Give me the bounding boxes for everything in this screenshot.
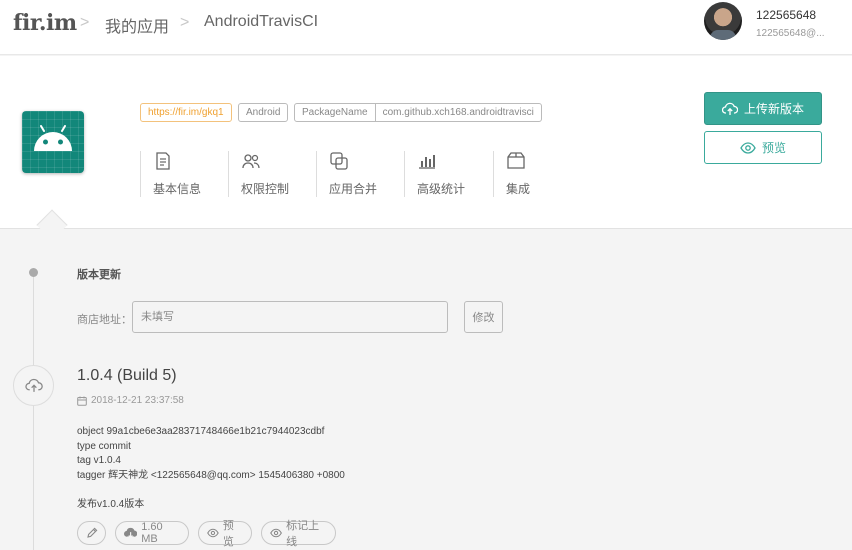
cloud-download-icon [124,527,138,539]
users-icon [242,154,260,169]
eye-icon [740,141,756,154]
upload-new-version-button[interactable]: 上传新版本 [704,92,822,125]
menu-label: 基本信息 [153,182,202,196]
menu-label: 高级统计 [417,182,466,196]
store-address-input[interactable] [132,301,448,333]
breadcrumb-my-apps[interactable]: 我的应用 [105,13,169,37]
top-header: fir.im > 我的应用 > AndroidTravisCI 12256564… [0,0,852,55]
modify-button[interactable]: 修改 [464,301,503,333]
release-note-line: object 99a1cbe6e3aa28371748466e1b21c7944… [77,426,325,437]
mark-online-label: 标记上线 [286,520,320,548]
package-name-value: com.github.xch168.androidtravisci [382,107,534,118]
breadcrumb-app-name: AndroidTravisCI [204,13,319,30]
breadcrumb-separator-icon: > [180,14,190,31]
release-date: 2018-12-21 23:37:58 [77,395,184,406]
document-icon [156,152,170,170]
mark-online-button[interactable]: 标记上线 [261,520,336,548]
release-title: 发布v1.0.4版本 [77,499,145,510]
menu-app-merge[interactable]: 应用合并 [316,151,377,197]
user-name[interactable]: 122565648 [756,8,816,22]
version-update-title: 版本更新 [77,269,121,281]
user-email: 122565648@... [756,28,825,39]
user-avatar[interactable] [704,2,742,40]
release-preview-button[interactable]: 预览 [198,520,252,548]
package-name-tag: PackageName com.github.xch168.androidtra… [294,103,542,122]
eye-icon [207,528,219,538]
release-datetime: 2018-12-21 23:37:58 [91,395,184,406]
release-notes: object 99a1cbe6e3aa28371748466e1b21c7944… [77,425,345,483]
android-app-icon [22,111,84,173]
edit-release-button[interactable] [77,521,106,545]
breadcrumb-separator-icon: > [80,14,90,31]
timeline-dot [29,268,38,277]
upload-button-label: 上传新版本 [743,102,804,116]
menu-advanced-stats[interactable]: 高级统计 [404,151,465,197]
download-size-button[interactable]: 1.60 MB [115,521,189,545]
cloud-upload-icon [24,378,43,392]
release-note-line: tagger 辉天神龙 <122565648@qq.com> 154540638… [77,469,345,481]
pencil-icon [86,527,97,538]
download-size-label: 1.60 MB [141,521,163,545]
release-preview-label: 预览 [222,520,234,548]
platform-tag: Android [238,103,289,122]
preview-button[interactable]: 预览 [704,131,822,164]
menu-label: 应用合并 [329,182,378,196]
calendar-icon [77,396,87,406]
eye-icon [270,528,282,538]
timeline-line [33,272,34,550]
store-address-label: 商店地址： [77,314,132,326]
package-name-key: PackageName [295,104,376,121]
menu-label: 集成 [506,182,531,196]
menu-label: 权限控制 [241,182,290,196]
release-version: 1.0.4 (Build 5) [77,367,177,384]
release-note-line: type commit [77,440,131,452]
short-link-tag[interactable]: https://fir.im/gkq1 [140,103,232,122]
box-icon [507,152,525,169]
bar-chart-icon [419,155,435,169]
release-note-line: tag v1.0.4 [77,455,121,466]
cloud-upload-icon [721,102,738,115]
fir-logo[interactable]: fir.im [13,10,77,36]
menu-permissions[interactable]: 权限控制 [228,151,289,197]
merge-icon [330,152,348,170]
menu-integration[interactable]: 集成 [493,151,530,197]
menu-basic-info[interactable]: 基本信息 [140,151,201,197]
timeline-upload-marker [13,365,54,406]
preview-button-label: 预览 [761,141,786,155]
